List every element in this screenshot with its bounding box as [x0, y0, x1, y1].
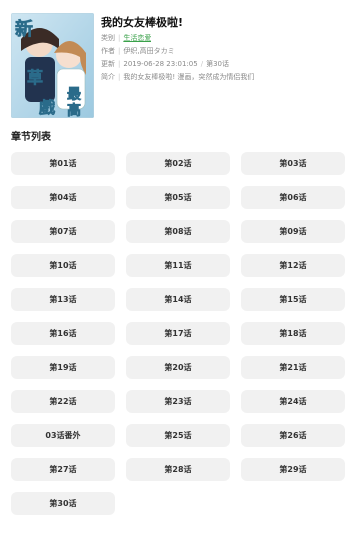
divider: |	[118, 73, 121, 81]
chapter-button[interactable]: 第06话	[241, 186, 345, 209]
latest-chapter: 第30话	[206, 60, 229, 68]
chapter-button[interactable]: 第20话	[126, 356, 230, 379]
divider: /	[200, 60, 204, 68]
divider: |	[118, 47, 121, 55]
category-row: 类别 | 生活恋爱	[101, 33, 151, 43]
author-value: 伊织,高田タカミ	[123, 47, 175, 55]
chapter-button[interactable]: 第27话	[11, 458, 115, 481]
comic-header: 新 草 戲 最 高 我的女友棒极啦! 类别 | 生活恋爱 作者 | 伊织,高田タカミ 更…	[0, 0, 359, 124]
chapter-button[interactable]: 第01话	[11, 152, 115, 175]
svg-text:草: 草	[27, 68, 43, 87]
author-row: 作者 | 伊织,高田タカミ	[101, 46, 175, 56]
divider: |	[118, 34, 121, 42]
chapter-button[interactable]: 第28话	[126, 458, 230, 481]
chapter-button[interactable]: 第29话	[241, 458, 345, 481]
cover-art: 新 草 戲 最 高	[11, 13, 94, 118]
intro-text: 我的女友棒极啦! 漫画，突然成为情侣我们	[123, 73, 255, 81]
category-key: 类别	[101, 34, 115, 42]
chapter-button[interactable]: 第21话	[241, 356, 345, 379]
chapter-button[interactable]: 第26话	[241, 424, 345, 447]
intro-key: 简介	[101, 73, 115, 81]
chapter-button[interactable]: 第10话	[11, 254, 115, 277]
chapter-button[interactable]: 第17话	[126, 322, 230, 345]
intro-row: 简介 | 我的女友棒极啦! 漫画，突然成为情侣我们	[101, 72, 254, 82]
svg-text:戲: 戲	[39, 98, 56, 117]
chapter-button[interactable]: 第30话	[11, 492, 115, 515]
update-time: 2019-06-28 23:01:05	[123, 60, 198, 68]
chapter-button[interactable]: 第25话	[126, 424, 230, 447]
chapter-button[interactable]: 第05话	[126, 186, 230, 209]
chapter-button[interactable]: 第23话	[126, 390, 230, 413]
svg-text:高: 高	[67, 102, 81, 118]
chapter-button[interactable]: 第07话	[11, 220, 115, 243]
chapter-button[interactable]: 03话番外	[11, 424, 115, 447]
category-link[interactable]: 生活恋爱	[123, 34, 151, 42]
comic-title: 我的女友棒极啦!	[101, 16, 184, 29]
divider: |	[118, 60, 121, 68]
chapter-button[interactable]: 第18话	[241, 322, 345, 345]
chapter-button[interactable]: 第13话	[11, 288, 115, 311]
chapter-button[interactable]: 第09话	[241, 220, 345, 243]
svg-text:新: 新	[15, 18, 33, 40]
chapter-button[interactable]: 第24话	[241, 390, 345, 413]
update-key: 更新	[101, 60, 115, 68]
chapter-button[interactable]: 第15话	[241, 288, 345, 311]
chapter-button[interactable]: 第16话	[11, 322, 115, 345]
update-row: 更新 | 2019-06-28 23:01:05/第30话	[101, 59, 229, 69]
chapter-button[interactable]: 第04话	[11, 186, 115, 209]
comic-cover-image[interactable]: 新 草 戲 最 高	[11, 13, 94, 118]
author-key: 作者	[101, 47, 115, 55]
chapter-button[interactable]: 第12话	[241, 254, 345, 277]
chapter-button[interactable]: 第08话	[126, 220, 230, 243]
chapter-button[interactable]: 第02话	[126, 152, 230, 175]
chapter-button[interactable]: 第03话	[241, 152, 345, 175]
chapter-button[interactable]: 第19话	[11, 356, 115, 379]
chapter-button[interactable]: 第22话	[11, 390, 115, 413]
chapter-button[interactable]: 第11话	[126, 254, 230, 277]
svg-text:最: 最	[67, 86, 82, 103]
chapter-list-title: 章节列表	[11, 132, 51, 143]
chapter-button[interactable]: 第14话	[126, 288, 230, 311]
